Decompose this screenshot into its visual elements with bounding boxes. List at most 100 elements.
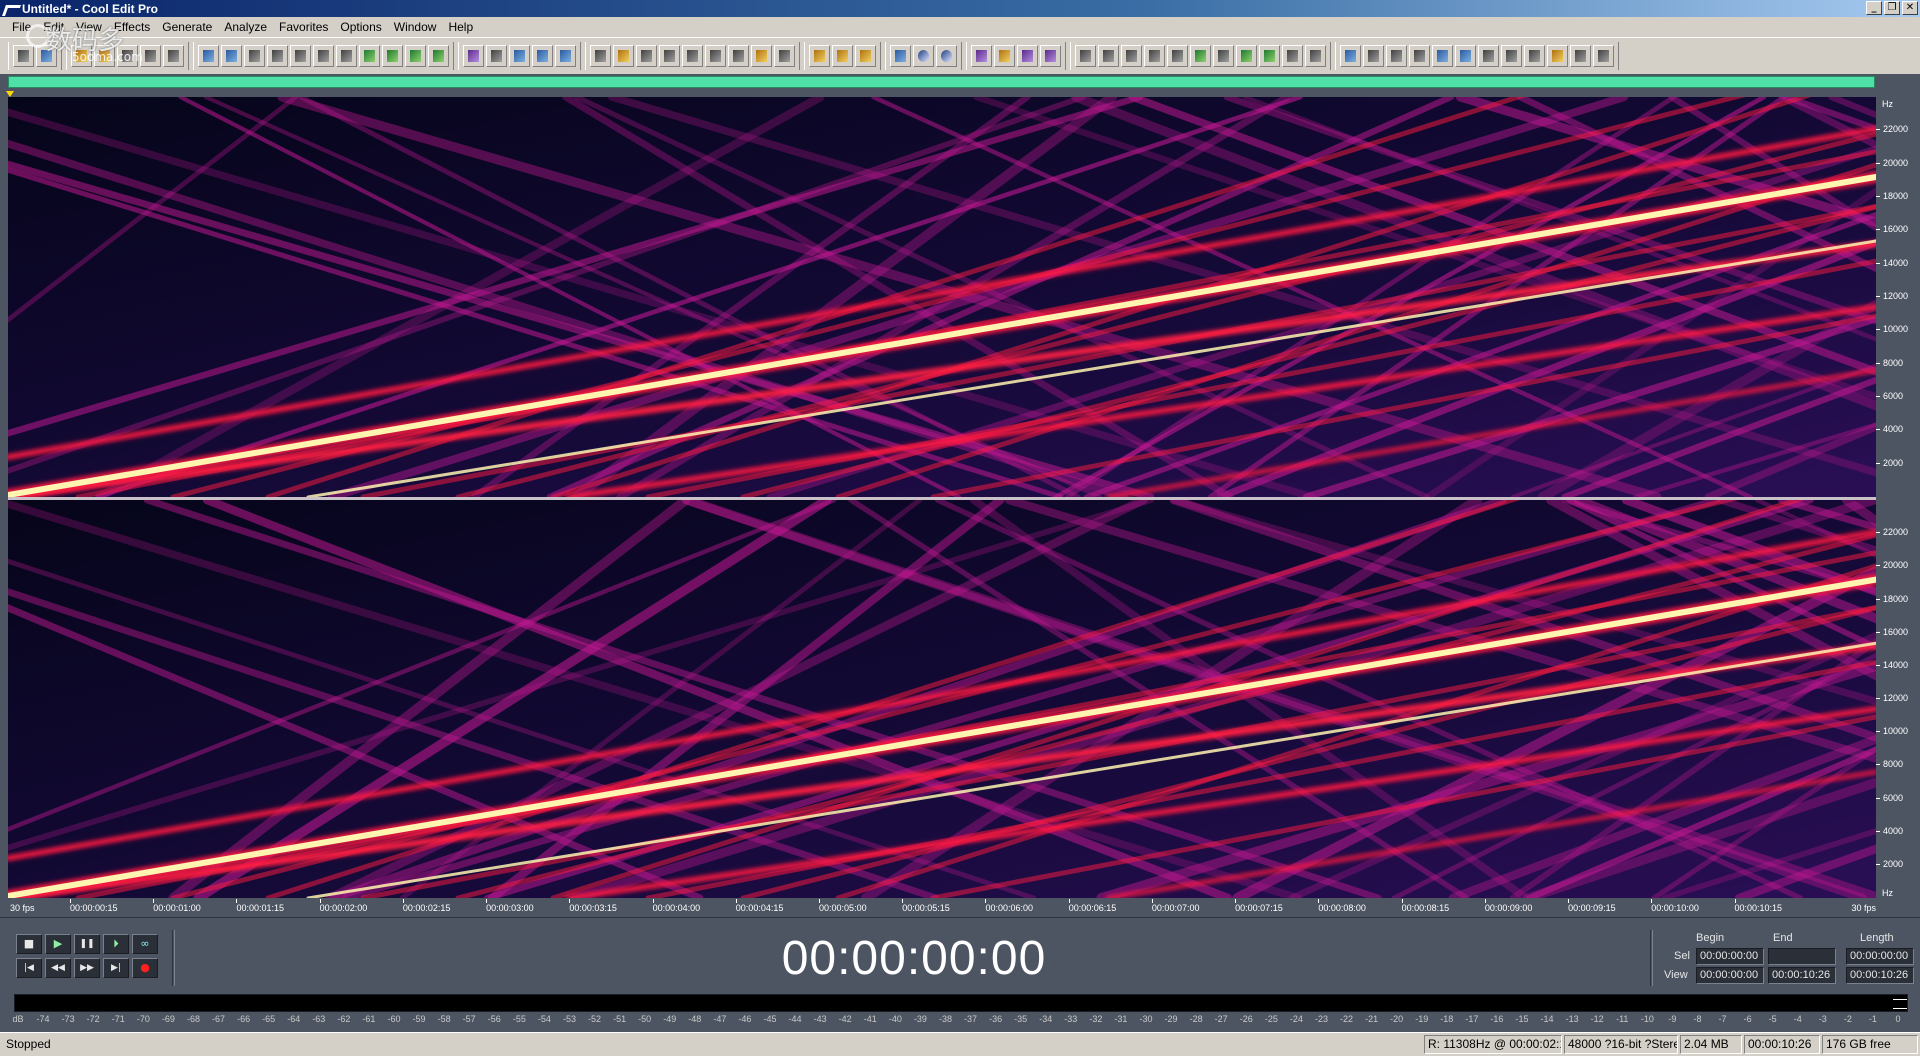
pan-view-icon[interactable] xyxy=(509,45,530,67)
invert-icon[interactable] xyxy=(1144,45,1165,67)
dynamics-icon[interactable] xyxy=(1363,45,1384,67)
properties-icon[interactable] xyxy=(774,45,795,67)
phase-view-icon[interactable] xyxy=(532,45,553,67)
delay-icon[interactable] xyxy=(1075,45,1096,67)
view-end-field[interactable]: 00:00:10:26 xyxy=(1768,967,1836,984)
amplify-icon[interactable] xyxy=(971,45,992,67)
pause-button[interactable]: ❚❚ xyxy=(74,934,100,954)
menu-analyze[interactable]: Analyze xyxy=(218,20,273,34)
reverse-icon[interactable] xyxy=(1121,45,1142,67)
redo-icon[interactable] xyxy=(221,45,242,67)
restore-button[interactable]: ❐ xyxy=(1884,1,1900,15)
trim-icon[interactable] xyxy=(336,45,357,67)
time-separator xyxy=(1650,930,1653,986)
menu-edit[interactable]: Edit xyxy=(37,20,70,34)
noise-reduction-icon[interactable] xyxy=(1190,45,1211,67)
stop-button[interactable]: ■ xyxy=(16,934,42,954)
goto-start-button[interactable]: |◀ xyxy=(16,958,42,978)
zoom-out-icon[interactable] xyxy=(936,45,957,67)
snap-icon[interactable] xyxy=(659,45,680,67)
spectral-view-icon[interactable] xyxy=(486,45,507,67)
copy-icon[interactable] xyxy=(267,45,288,67)
frequency-analysis-icon[interactable] xyxy=(890,45,911,67)
menu-favorites[interactable]: Favorites xyxy=(273,20,334,34)
stretch-icon[interactable] xyxy=(1213,45,1234,67)
select-entire-icon[interactable] xyxy=(636,45,657,67)
menu-options[interactable]: Options xyxy=(334,20,387,34)
filter-icon[interactable] xyxy=(1236,45,1257,67)
paste-icon[interactable] xyxy=(290,45,311,67)
pitch-bend-icon[interactable] xyxy=(1282,45,1303,67)
silence-icon[interactable] xyxy=(1524,45,1545,67)
waveform-view-icon[interactable] xyxy=(463,45,484,67)
text-to-speech-icon[interactable] xyxy=(1593,45,1614,67)
flanger-icon[interactable] xyxy=(1167,45,1188,67)
sel-begin-field[interactable]: 00:00:00:00 xyxy=(1696,948,1764,965)
print-icon[interactable] xyxy=(163,45,184,67)
select-all-icon[interactable] xyxy=(590,45,611,67)
view-begin-field[interactable]: 00:00:00:00 xyxy=(1696,967,1764,984)
info-icon[interactable] xyxy=(751,45,772,67)
sel-end-field[interactable] xyxy=(1768,948,1836,965)
noise-gen-icon[interactable] xyxy=(1501,45,1522,67)
menu-window[interactable]: Window xyxy=(388,20,443,34)
chorus-icon[interactable] xyxy=(1409,45,1430,67)
pitch-view-icon[interactable] xyxy=(555,45,576,67)
envelope-effect-icon[interactable] xyxy=(1017,45,1038,67)
favorites-icon[interactable] xyxy=(809,45,830,67)
brainwave-icon[interactable] xyxy=(1570,45,1591,67)
insert-icon[interactable] xyxy=(382,45,403,67)
fade-out-icon[interactable] xyxy=(1455,45,1476,67)
reverb-icon[interactable] xyxy=(1386,45,1407,67)
mix-icon[interactable] xyxy=(359,45,380,67)
minimize-button[interactable]: _ xyxy=(1866,1,1882,15)
close-button[interactable]: ✕ xyxy=(1902,1,1918,15)
normalize-icon[interactable] xyxy=(1040,45,1061,67)
help-icon[interactable] xyxy=(855,45,876,67)
multitrack-icon[interactable] xyxy=(36,45,57,67)
play-to-end-button[interactable]: ⏵ xyxy=(103,934,129,954)
save-icon[interactable] xyxy=(94,45,115,67)
save-as-icon[interactable] xyxy=(117,45,138,67)
menu-help[interactable]: Help xyxy=(442,20,479,34)
loop-cue-icon[interactable] xyxy=(428,45,449,67)
spectral-channel-right[interactable] xyxy=(8,500,1876,898)
rewind-button[interactable]: ◀◀ xyxy=(45,958,71,978)
spectral-channel-left[interactable] xyxy=(8,97,1876,497)
select-view-icon[interactable] xyxy=(613,45,634,67)
dtmf-icon[interactable] xyxy=(1547,45,1568,67)
tones-icon[interactable] xyxy=(1478,45,1499,67)
menu-file[interactable]: File xyxy=(6,20,37,34)
goto-end-button[interactable]: ▶| xyxy=(103,958,129,978)
time-ruler[interactable]: 30 fps 30 fps 00:00:00:15 00:00:01:00 00:0… xyxy=(0,898,1920,918)
script-icon[interactable] xyxy=(832,45,853,67)
cue-list-icon[interactable] xyxy=(705,45,726,67)
mix-paste-icon[interactable] xyxy=(313,45,334,67)
loop-button[interactable]: ∞ xyxy=(132,934,158,954)
record-button[interactable]: ● xyxy=(132,958,158,978)
overview-range-bar[interactable] xyxy=(8,76,1875,88)
menu-effects[interactable]: Effects xyxy=(108,20,156,34)
close-file-icon[interactable] xyxy=(140,45,161,67)
play-button[interactable]: ▶ xyxy=(45,934,71,954)
fast-forward-button[interactable]: ▶▶ xyxy=(74,958,100,978)
mix-effect-icon[interactable] xyxy=(1305,45,1326,67)
title-bar[interactable]: Untitled* - Cool Edit Pro _ ❐ ✕ xyxy=(0,0,1920,17)
eq-icon[interactable] xyxy=(1259,45,1280,67)
undo-icon[interactable] xyxy=(198,45,219,67)
sel-length-field[interactable]: 00:00:00:00 xyxy=(1846,948,1914,965)
envelope-icon[interactable] xyxy=(405,45,426,67)
echo-icon[interactable] xyxy=(1098,45,1119,67)
playlist-icon[interactable] xyxy=(728,45,749,67)
menu-generate[interactable]: Generate xyxy=(156,20,218,34)
fade-in-icon[interactable] xyxy=(1432,45,1453,67)
view-length-field[interactable]: 00:00:10:26 xyxy=(1846,967,1914,984)
toggle-view-icon[interactable] xyxy=(13,45,34,67)
menu-view[interactable]: View xyxy=(70,20,108,34)
graphic-eq-icon[interactable] xyxy=(1340,45,1361,67)
open-file-icon[interactable] xyxy=(71,45,92,67)
compressor-icon[interactable] xyxy=(994,45,1015,67)
cut-icon[interactable] xyxy=(244,45,265,67)
zoom-selection-icon[interactable] xyxy=(682,45,703,67)
zoom-in-icon[interactable] xyxy=(913,45,934,67)
